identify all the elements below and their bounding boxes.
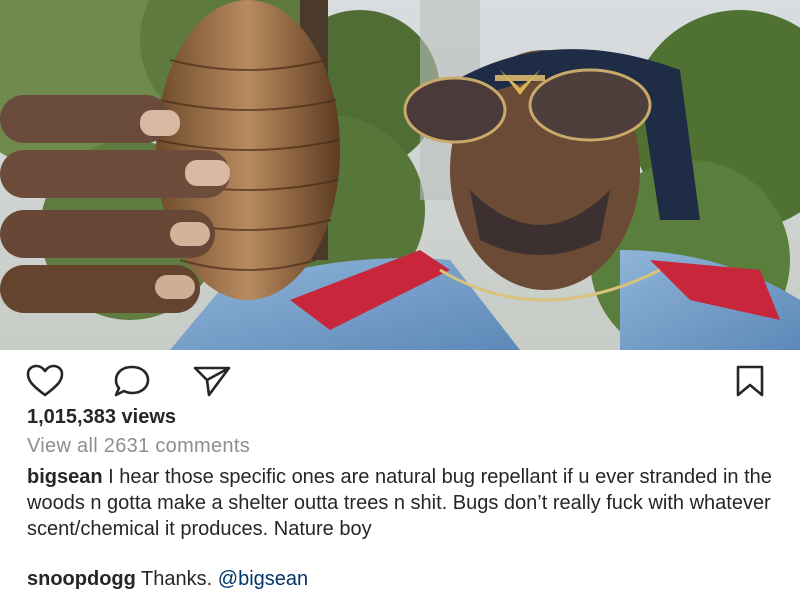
comment-item: snoopdogg Thanks. @bigsean xyxy=(27,566,787,592)
comment-username[interactable]: snoopdogg xyxy=(27,568,136,590)
paper-plane-icon[interactable] xyxy=(192,364,232,398)
comment-text: Thanks. xyxy=(135,568,218,590)
comment-bubble-icon[interactable] xyxy=(112,364,152,398)
action-bar xyxy=(0,350,800,410)
post-media[interactable] xyxy=(0,0,800,350)
bookmark-icon[interactable] xyxy=(732,364,772,398)
video-frame xyxy=(0,0,800,350)
caption-username[interactable]: bigsean xyxy=(27,466,103,488)
caption-text: I hear those specific ones are natural b… xyxy=(27,466,772,540)
view-all-comments-link[interactable]: View all 2631 comments xyxy=(27,435,250,458)
post-caption: bigsean I hear those specific ones are n… xyxy=(27,464,777,542)
view-count[interactable]: 1,015,383 views xyxy=(27,406,176,429)
comment-mention[interactable]: @bigsean xyxy=(218,568,308,590)
heart-icon[interactable] xyxy=(25,364,65,398)
